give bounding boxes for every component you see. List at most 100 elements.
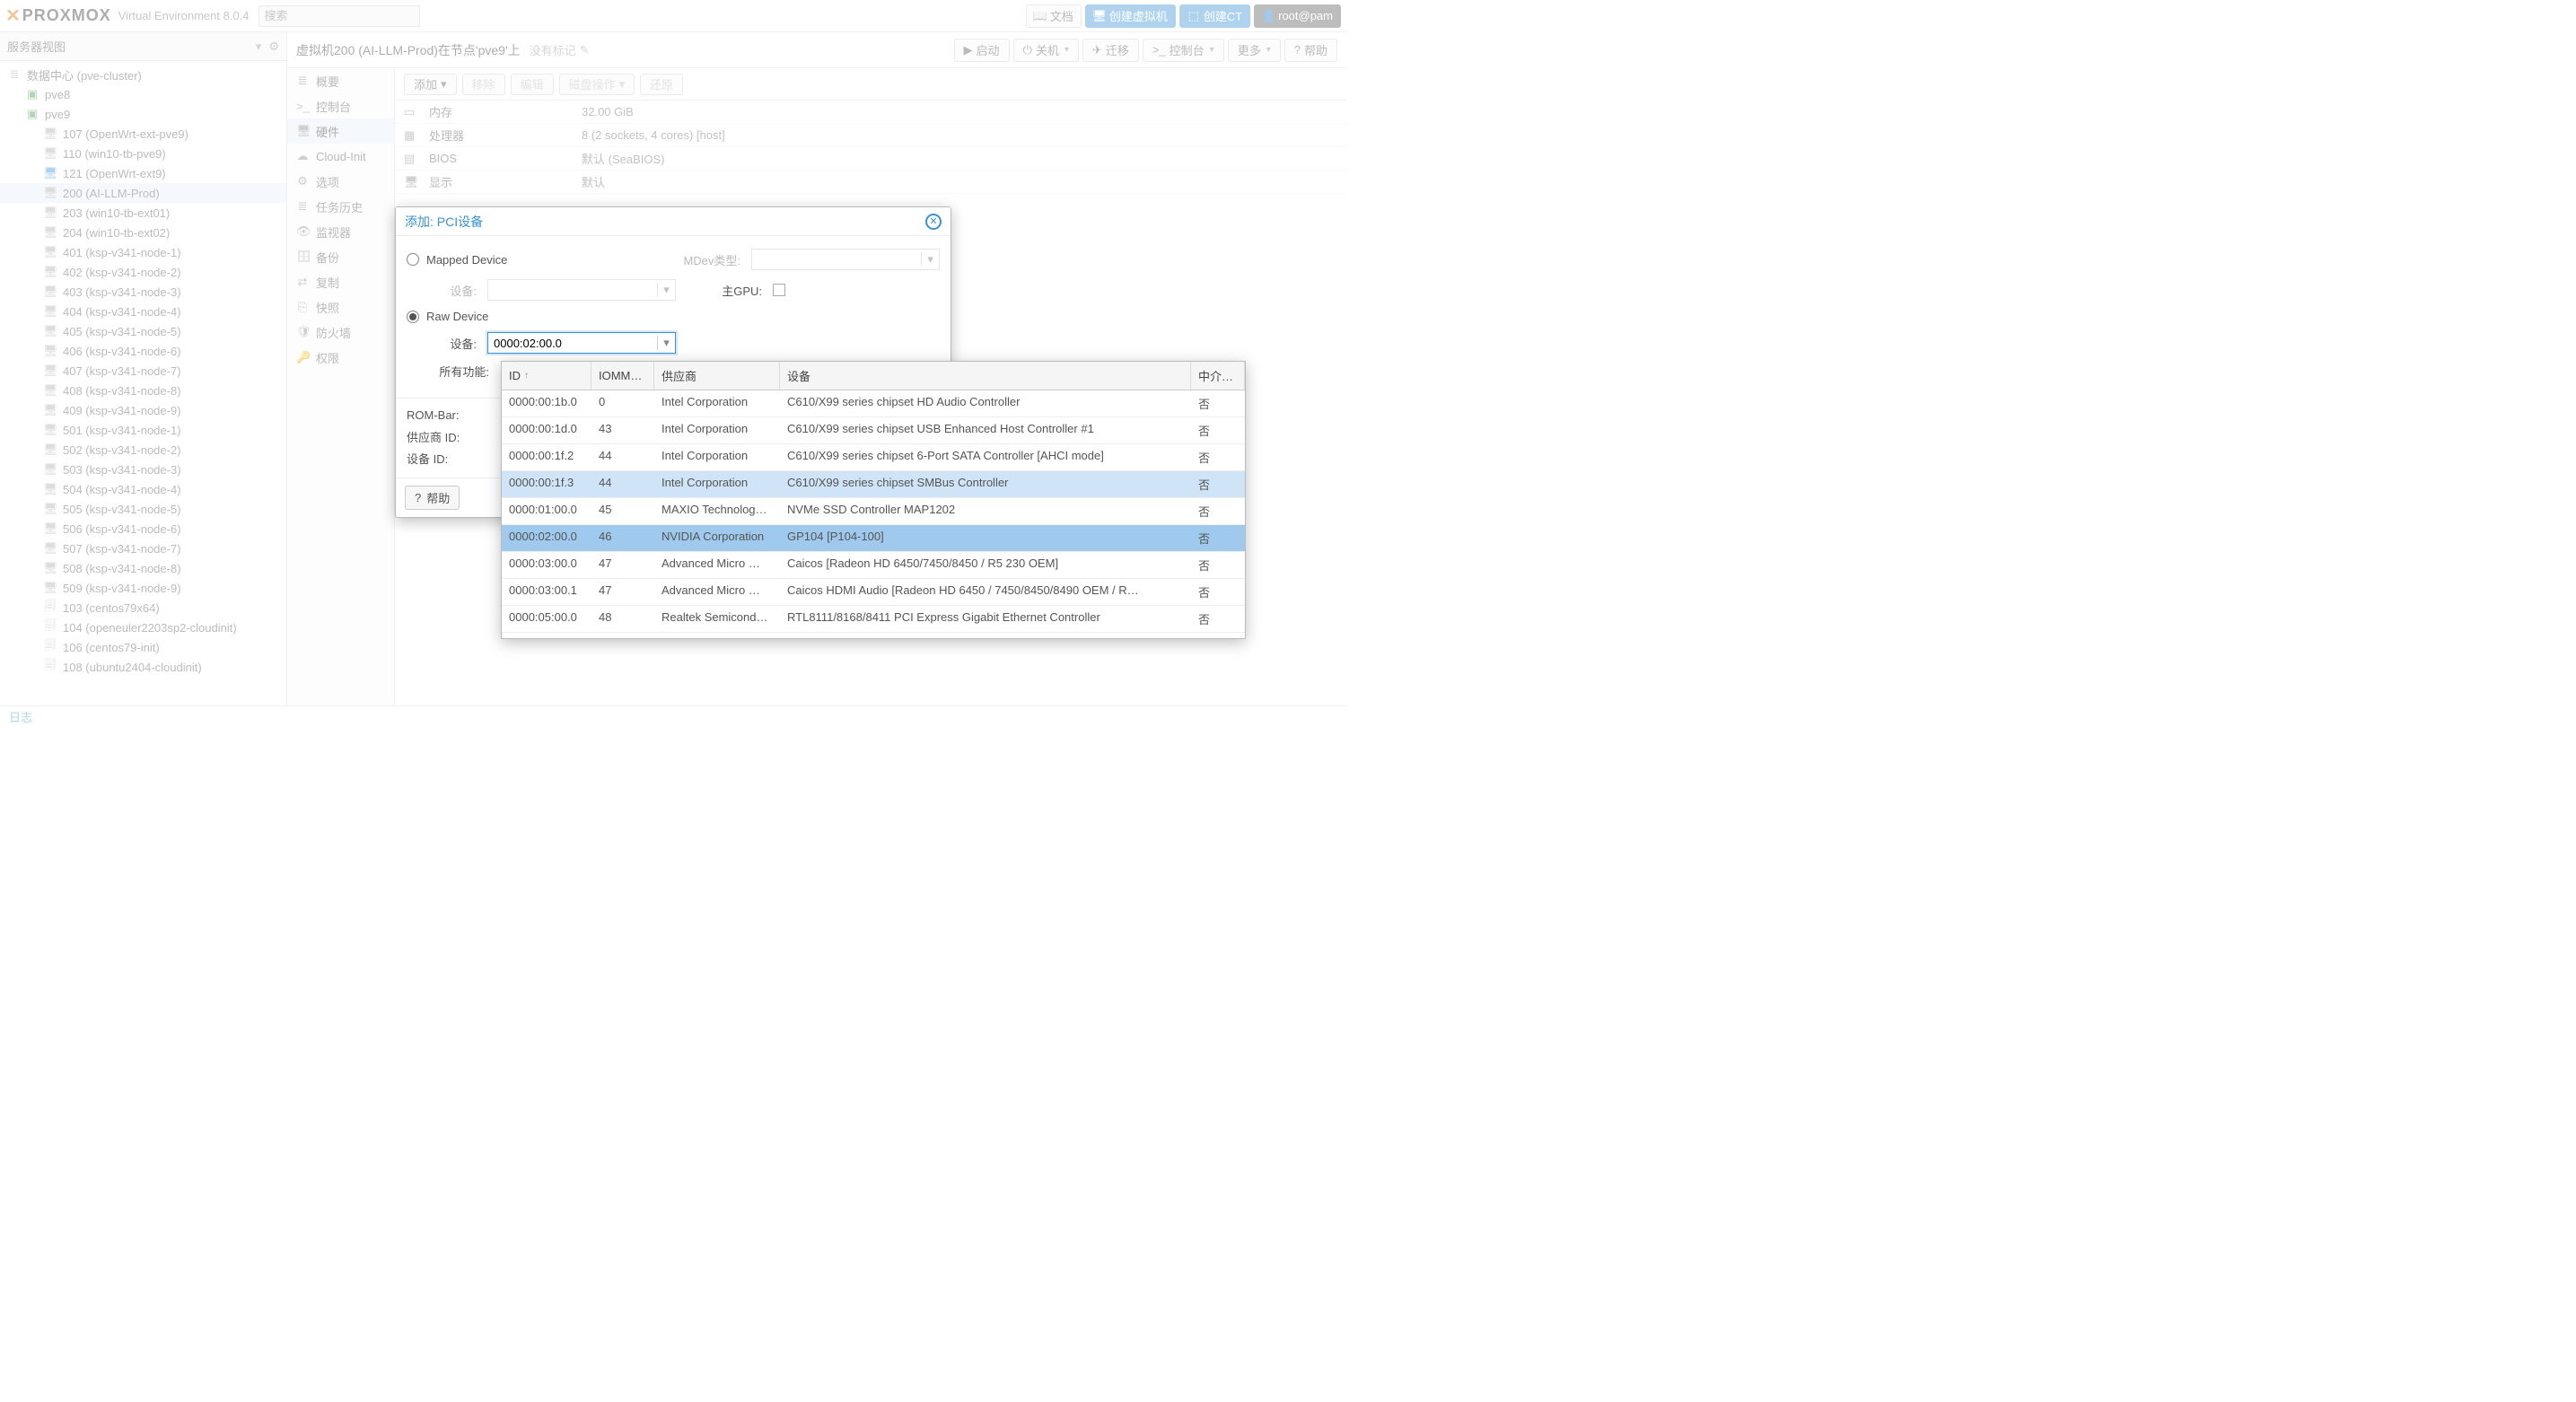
tree-item[interactable]: 🗐108 (ubuntu2404-cloudinit) <box>0 657 286 677</box>
col-device[interactable]: 设备 <box>780 362 1191 390</box>
raw-device-input[interactable] <box>488 333 657 353</box>
add-button[interactable]: 添加▾ <box>404 74 457 95</box>
tree-item[interactable]: 🖥203 (win10-tb-ext01) <box>0 203 286 223</box>
start-button[interactable]: ▶启动 <box>954 39 1010 62</box>
grid-row[interactable]: 0000:02:00.046NVIDIA CorporationGP104 [P… <box>502 525 1245 552</box>
subnav-item[interactable]: 🛡防火墙 <box>287 320 394 345</box>
remove-button[interactable]: 移除 <box>462 74 505 95</box>
primary-gpu-checkbox[interactable] <box>773 284 785 296</box>
tree-item[interactable]: ≣数据中心 (pve-cluster) <box>0 65 286 84</box>
grid-row[interactable]: 0000:ff:0b.01Intel CorporationXeon E7 v4… <box>502 633 1245 639</box>
grid-cell-device: C610/X99 series chipset HD Audio Control… <box>780 390 1191 416</box>
help-icon: ? <box>415 491 421 504</box>
tree-item[interactable]: 🖥405 (ksp-v341-node-5) <box>0 321 286 341</box>
grid-row[interactable]: 0000:00:1b.00Intel CorporationC610/X99 s… <box>502 390 1245 417</box>
chevron-down-icon[interactable]: ▾ <box>256 39 262 54</box>
log-bar[interactable]: 日志 <box>0 705 1346 727</box>
tree-item[interactable]: 🖥200 (AI-LLM-Prod) <box>0 183 286 203</box>
subnav-item[interactable]: 🔑权限 <box>287 345 394 370</box>
subnav-item[interactable]: 🖥硬件 <box>287 118 394 144</box>
help-button[interactable]: ?帮助 <box>1284 39 1337 62</box>
pencil-icon[interactable]: ✎ <box>580 43 590 57</box>
hw-row[interactable]: ▭内存32.00 GiB <box>395 101 1346 124</box>
subnav-item[interactable]: ⚙选项 <box>287 169 394 194</box>
tree-item[interactable]: 🖥408 (ksp-v341-node-8) <box>0 381 286 400</box>
tree-item[interactable]: 🖥110 (win10-tb-pve9) <box>0 144 286 163</box>
tree-item[interactable]: 🖥409 (ksp-v341-node-9) <box>0 400 286 420</box>
grid-row[interactable]: 0000:03:00.047Advanced Micro …Caicos [Ra… <box>502 552 1245 579</box>
tree-item[interactable]: 🖥506 (ksp-v341-node-6) <box>0 519 286 539</box>
console-button[interactable]: >_控制台▾ <box>1143 39 1224 62</box>
col-id[interactable]: ID↑ <box>502 362 591 390</box>
tree-item[interactable]: 🖥404 (ksp-v341-node-4) <box>0 302 286 321</box>
gear-icon[interactable]: ⚙ <box>268 39 279 54</box>
more-button[interactable]: 更多▾ <box>1228 39 1281 62</box>
tree-item[interactable]: 🖥505 (ksp-v341-node-5) <box>0 499 286 519</box>
grid-row[interactable]: 0000:01:00.045MAXIO Technolog…NVMe SSD C… <box>502 498 1245 525</box>
col-mediated[interactable]: 中介… <box>1191 362 1245 390</box>
docs-button[interactable]: 📖文档 <box>1026 4 1082 28</box>
tree-item-label: 403 (ksp-v341-node-3) <box>63 285 181 299</box>
tree-item[interactable]: 🖥204 (win10-tb-ext02) <box>0 223 286 242</box>
search-input[interactable] <box>258 5 420 27</box>
tree-item-label: 106 (centos79-init) <box>63 641 160 654</box>
tree-item[interactable]: 🖥508 (ksp-v341-node-8) <box>0 558 286 578</box>
edit-button[interactable]: 编辑 <box>511 74 554 95</box>
tree-item[interactable]: 🖥501 (ksp-v341-node-1) <box>0 420 286 440</box>
col-iommu[interactable]: IOMM… <box>591 362 654 390</box>
tree-item[interactable]: 🖥507 (ksp-v341-node-7) <box>0 539 286 558</box>
disk-action-button[interactable]: 磁盘操作▾ <box>559 74 635 95</box>
grid-row[interactable]: 0000:00:1f.244Intel CorporationC610/X99 … <box>502 444 1245 471</box>
subnav-item[interactable]: ⇄复制 <box>287 269 394 294</box>
tree-item[interactable]: 🖥509 (ksp-v341-node-9) <box>0 578 286 598</box>
grid-row[interactable]: 0000:00:1f.344Intel CorporationC610/X99 … <box>502 471 1245 498</box>
create-ct-button[interactable]: ⬚创建CT <box>1179 4 1250 28</box>
tree-item[interactable]: 🖥403 (ksp-v341-node-3) <box>0 282 286 302</box>
hardware-list: ▭内存32.00 GiB▦处理器8 (2 sockets, 4 cores) [… <box>395 101 1346 194</box>
modal-help-button[interactable]: ?帮助 <box>405 486 460 510</box>
tree-item[interactable]: 🗐104 (openeuler2203sp2-cloudinit) <box>0 618 286 637</box>
user-label: root@pam <box>1278 9 1333 22</box>
tree-item[interactable]: 🗐103 (centos79x64) <box>0 598 286 618</box>
tree-item[interactable]: 🖥402 (ksp-v341-node-2) <box>0 262 286 282</box>
hw-row[interactable]: ▦处理器8 (2 sockets, 4 cores) [host] <box>395 124 1346 147</box>
grid-row[interactable]: 0000:00:1d.043Intel CorporationC610/X99 … <box>502 417 1245 444</box>
col-vendor[interactable]: 供应商 <box>654 362 780 390</box>
tree-item[interactable]: 🗐106 (centos79-init) <box>0 637 286 657</box>
tree-item[interactable]: 🖥407 (ksp-v341-node-7) <box>0 361 286 381</box>
subnav-item[interactable]: >_控制台 <box>287 93 394 118</box>
sidebar-view-select[interactable]: 服务器视图 <box>7 38 256 55</box>
subnav-item[interactable]: ⎘快照 <box>287 294 394 320</box>
hw-row[interactable]: 🖥显示默认 <box>395 171 1346 194</box>
tree-item[interactable]: 🖥121 (OpenWrt-ext9) <box>0 163 286 183</box>
tree-item[interactable]: 🖥503 (ksp-v341-node-3) <box>0 460 286 479</box>
device-picker-grid[interactable]: ID↑ IOMM… 供应商 设备 中介… 0000:00:1b.00Intel … <box>501 361 1246 639</box>
tree-item-label: 407 (ksp-v341-node-7) <box>63 364 181 378</box>
radio-raw-device[interactable] <box>407 311 419 323</box>
shutdown-button[interactable]: ⏻关机▾ <box>1013 39 1079 62</box>
tree-item[interactable]: 🖥504 (ksp-v341-node-4) <box>0 479 286 499</box>
grid-row[interactable]: 0000:03:00.147Advanced Micro …Caicos HDM… <box>502 579 1245 606</box>
close-icon[interactable]: ✕ <box>925 214 942 230</box>
subnav-item[interactable]: ≣任务历史 <box>287 194 394 219</box>
migrate-button[interactable]: ✈迁移 <box>1082 39 1139 62</box>
grid-row[interactable]: 0000:05:00.048Realtek Semicond…RTL8111/8… <box>502 606 1245 633</box>
revert-button[interactable]: 还原 <box>640 74 683 95</box>
raw-device-combo[interactable]: ▾ <box>487 332 676 354</box>
mdev-select: ▾ <box>751 249 940 270</box>
tree-item[interactable]: 🖥502 (ksp-v341-node-2) <box>0 440 286 460</box>
subnav-item[interactable]: 👁监视器 <box>287 219 394 244</box>
subnav-item[interactable]: ☁Cloud-Init <box>287 144 394 169</box>
tree-item[interactable]: ▣pve8 <box>0 84 286 104</box>
subnav-item[interactable]: 🗄备份 <box>287 244 394 269</box>
create-vm-button[interactable]: 🖥创建虚拟机 <box>1085 4 1176 28</box>
hw-row[interactable]: ▤BIOS默认 (SeaBIOS) <box>395 147 1346 171</box>
user-menu-button[interactable]: 👤root@pam <box>1254 4 1341 28</box>
tree-item[interactable]: 🖥406 (ksp-v341-node-6) <box>0 341 286 361</box>
subnav-item[interactable]: ≣概要 <box>287 68 394 93</box>
chevron-down-icon[interactable]: ▾ <box>657 336 675 350</box>
tree-item[interactable]: 🖥107 (OpenWrt-ext-pve9) <box>0 124 286 144</box>
tree-item[interactable]: ▣pve9 <box>0 104 286 124</box>
tree-item[interactable]: 🖥401 (ksp-v341-node-1) <box>0 242 286 262</box>
radio-mapped-device[interactable] <box>407 253 419 266</box>
